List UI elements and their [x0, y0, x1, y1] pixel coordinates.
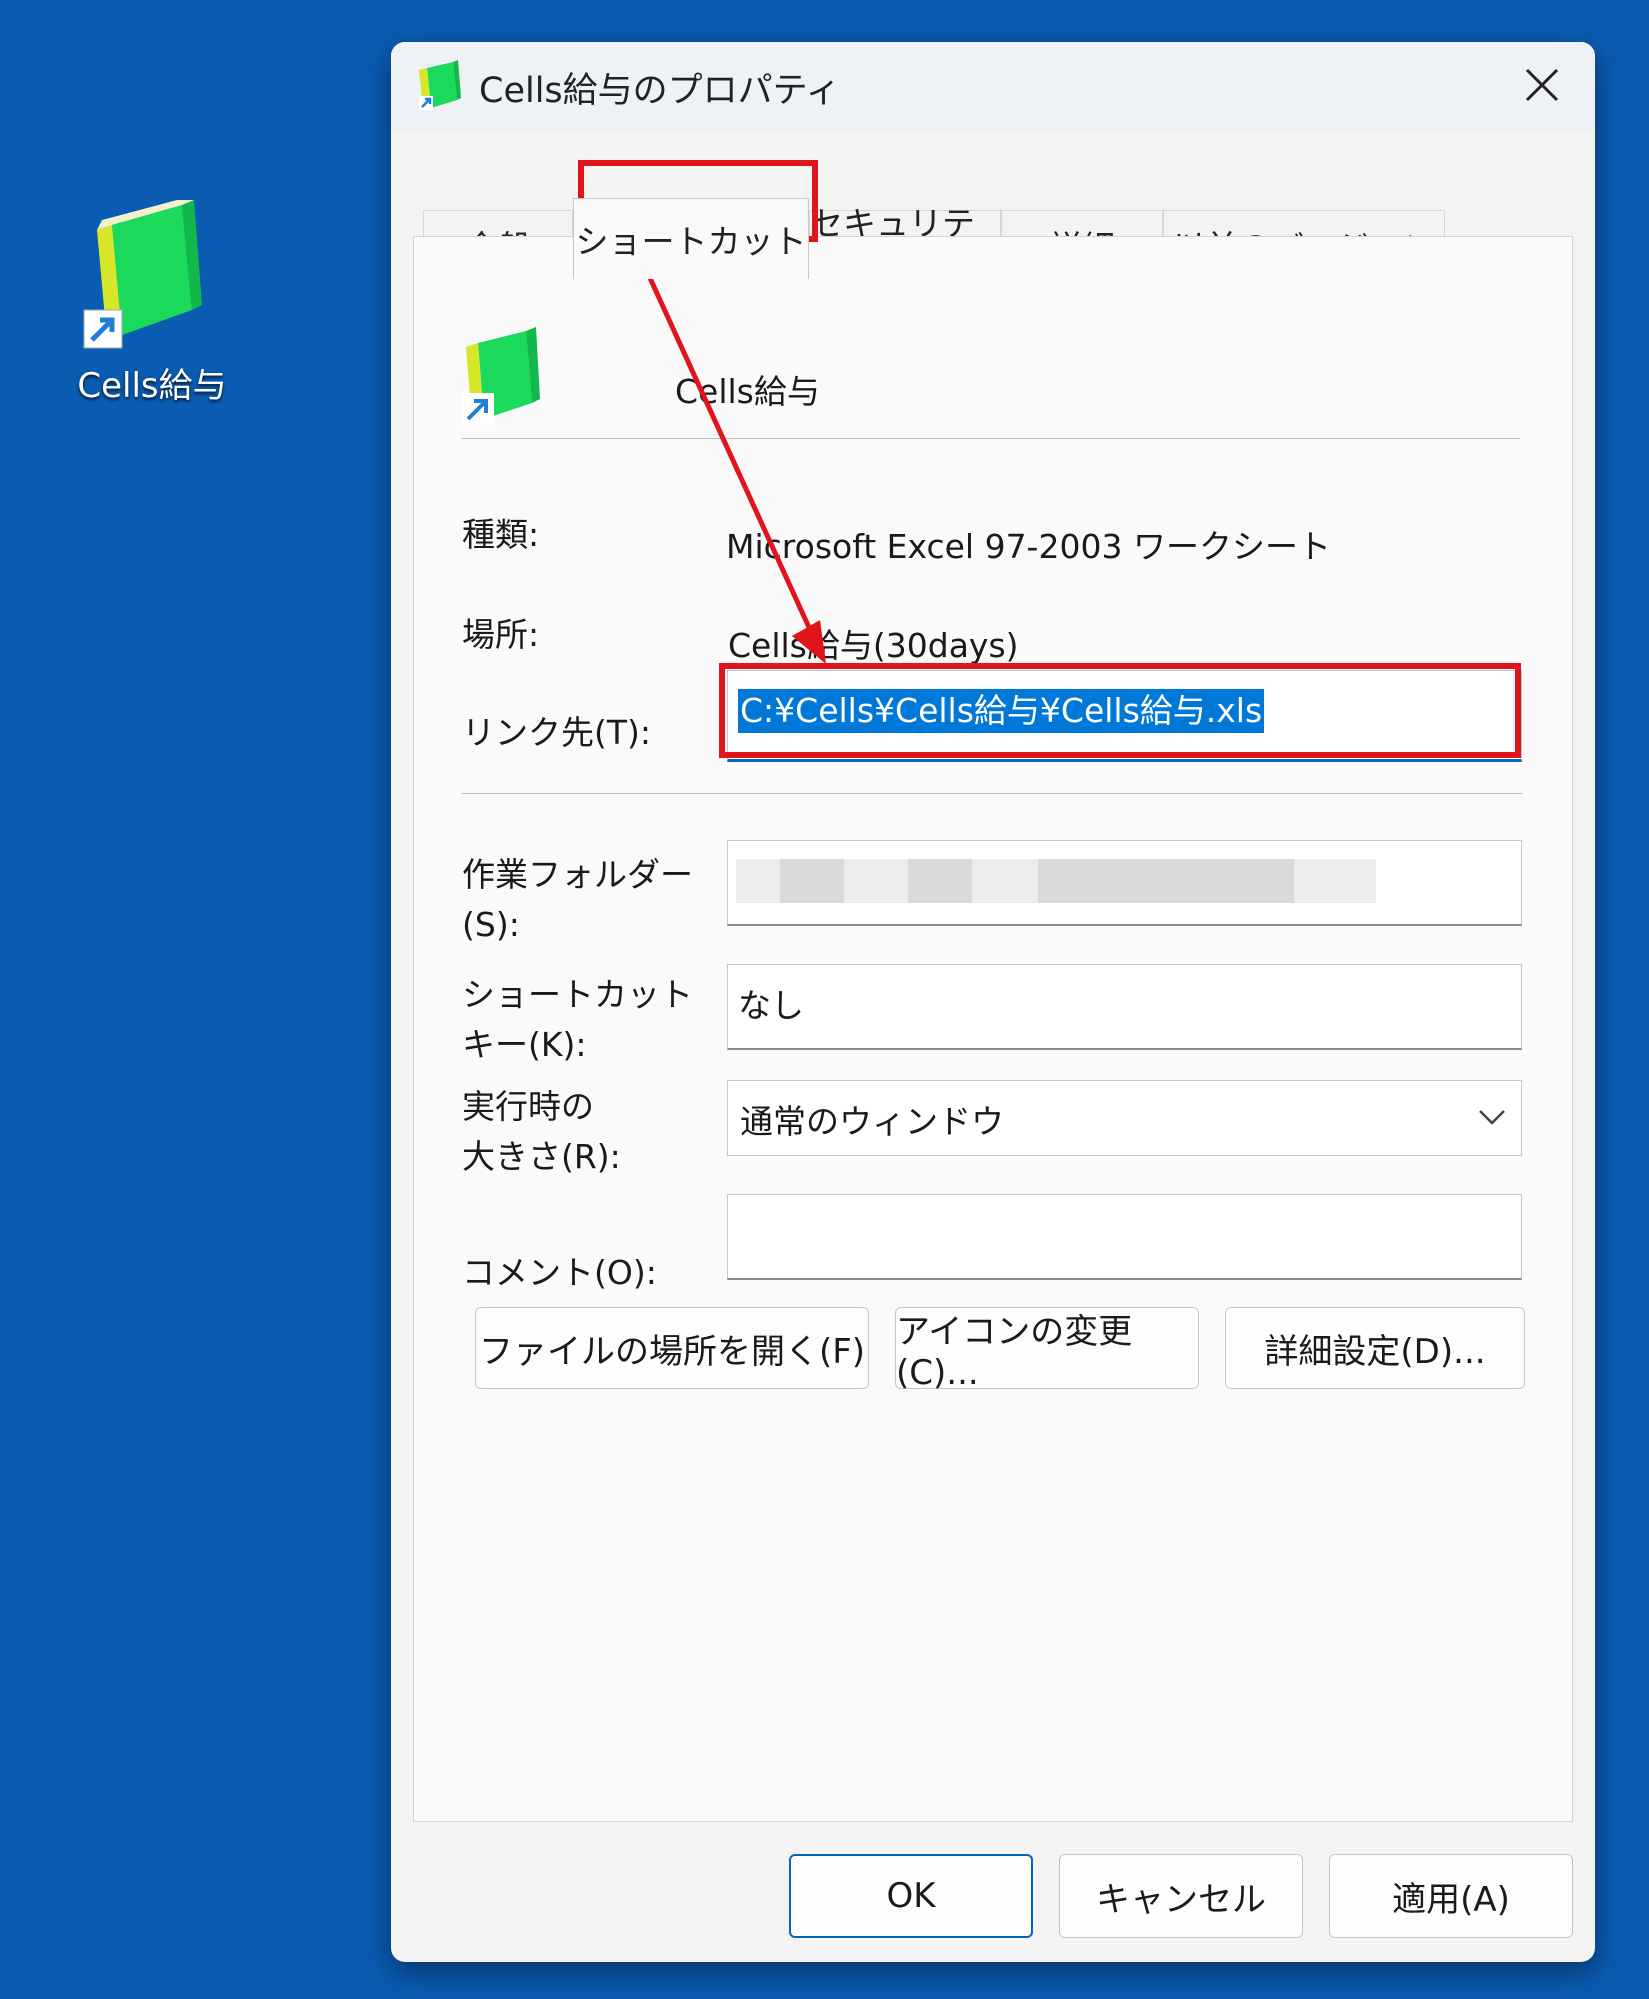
advanced-button[interactable]: 詳細設定(D)...	[1225, 1307, 1525, 1389]
type-value: Microsoft Excel 97-2003 ワークシート	[726, 527, 1331, 566]
blurred-text	[1038, 859, 1294, 903]
target-input[interactable]: C:¥Cells¥Cells給与¥Cells給与.xls	[727, 670, 1522, 762]
type-label: 種類:	[462, 515, 540, 554]
workdir-label-line2: (S):	[462, 905, 520, 944]
workdir-label-line1: 作業フォルダー	[462, 855, 693, 894]
shortcut-key-input[interactable]: なし	[727, 964, 1522, 1050]
comment-label: コメント(O):	[462, 1253, 657, 1292]
file-name: Cells給与	[675, 372, 820, 411]
location-value: Cells給与(30days)	[728, 626, 1019, 665]
target-value: C:¥Cells¥Cells給与¥Cells給与.xls	[738, 689, 1265, 733]
open-file-location-button[interactable]: ファイルの場所を開く(F)	[475, 1307, 869, 1389]
location-label: 場所:	[462, 615, 540, 654]
shortcut-key-label-line1: ショートカット	[462, 975, 693, 1014]
comment-input[interactable]	[727, 1194, 1522, 1280]
blurred-text	[908, 859, 972, 903]
target-label: リンク先(T):	[462, 713, 652, 752]
shortcut-key-value: なし	[738, 986, 804, 1025]
run-size-label-line1: 実行時の	[462, 1087, 594, 1126]
desktop-icon-label: Cells給与	[77, 366, 227, 406]
run-size-value: 通常のウィンドウ	[740, 1102, 1004, 1141]
book-icon	[417, 60, 463, 116]
dialog-title: Cells給与のプロパティ	[479, 71, 841, 111]
close-button[interactable]	[1507, 50, 1577, 120]
change-icon-button[interactable]: アイコンの変更(C)...	[895, 1307, 1199, 1393]
divider-top	[462, 438, 1520, 439]
file-icon	[460, 327, 544, 431]
ok-button[interactable]: OK	[789, 1854, 1033, 1938]
apply-button[interactable]: 適用(A)	[1329, 1854, 1573, 1938]
cancel-button[interactable]: キャンセル	[1059, 1854, 1303, 1938]
tab-shortcut[interactable]: ショートカット	[573, 198, 809, 279]
run-size-label-line2: 大きさ(R):	[462, 1137, 621, 1176]
close-icon	[1525, 68, 1559, 102]
title-bar[interactable]: Cells給与のプロパティ	[391, 42, 1595, 132]
workdir-input[interactable]	[727, 840, 1522, 926]
book-shortcut-icon	[83, 200, 202, 349]
run-size-select[interactable]: 通常のウィンドウ	[727, 1080, 1522, 1156]
divider-middle	[462, 793, 1522, 794]
desktop-shortcut-icon[interactable]: Cells給与	[62, 200, 242, 407]
blurred-text	[780, 859, 844, 903]
chevron-down-icon	[1479, 1110, 1505, 1125]
properties-dialog: Cells給与のプロパティ 全般 ショートカット セキュリティ 詳細 以前のバー…	[391, 42, 1595, 1962]
shortcut-key-label-line2: キー(K):	[462, 1025, 587, 1064]
